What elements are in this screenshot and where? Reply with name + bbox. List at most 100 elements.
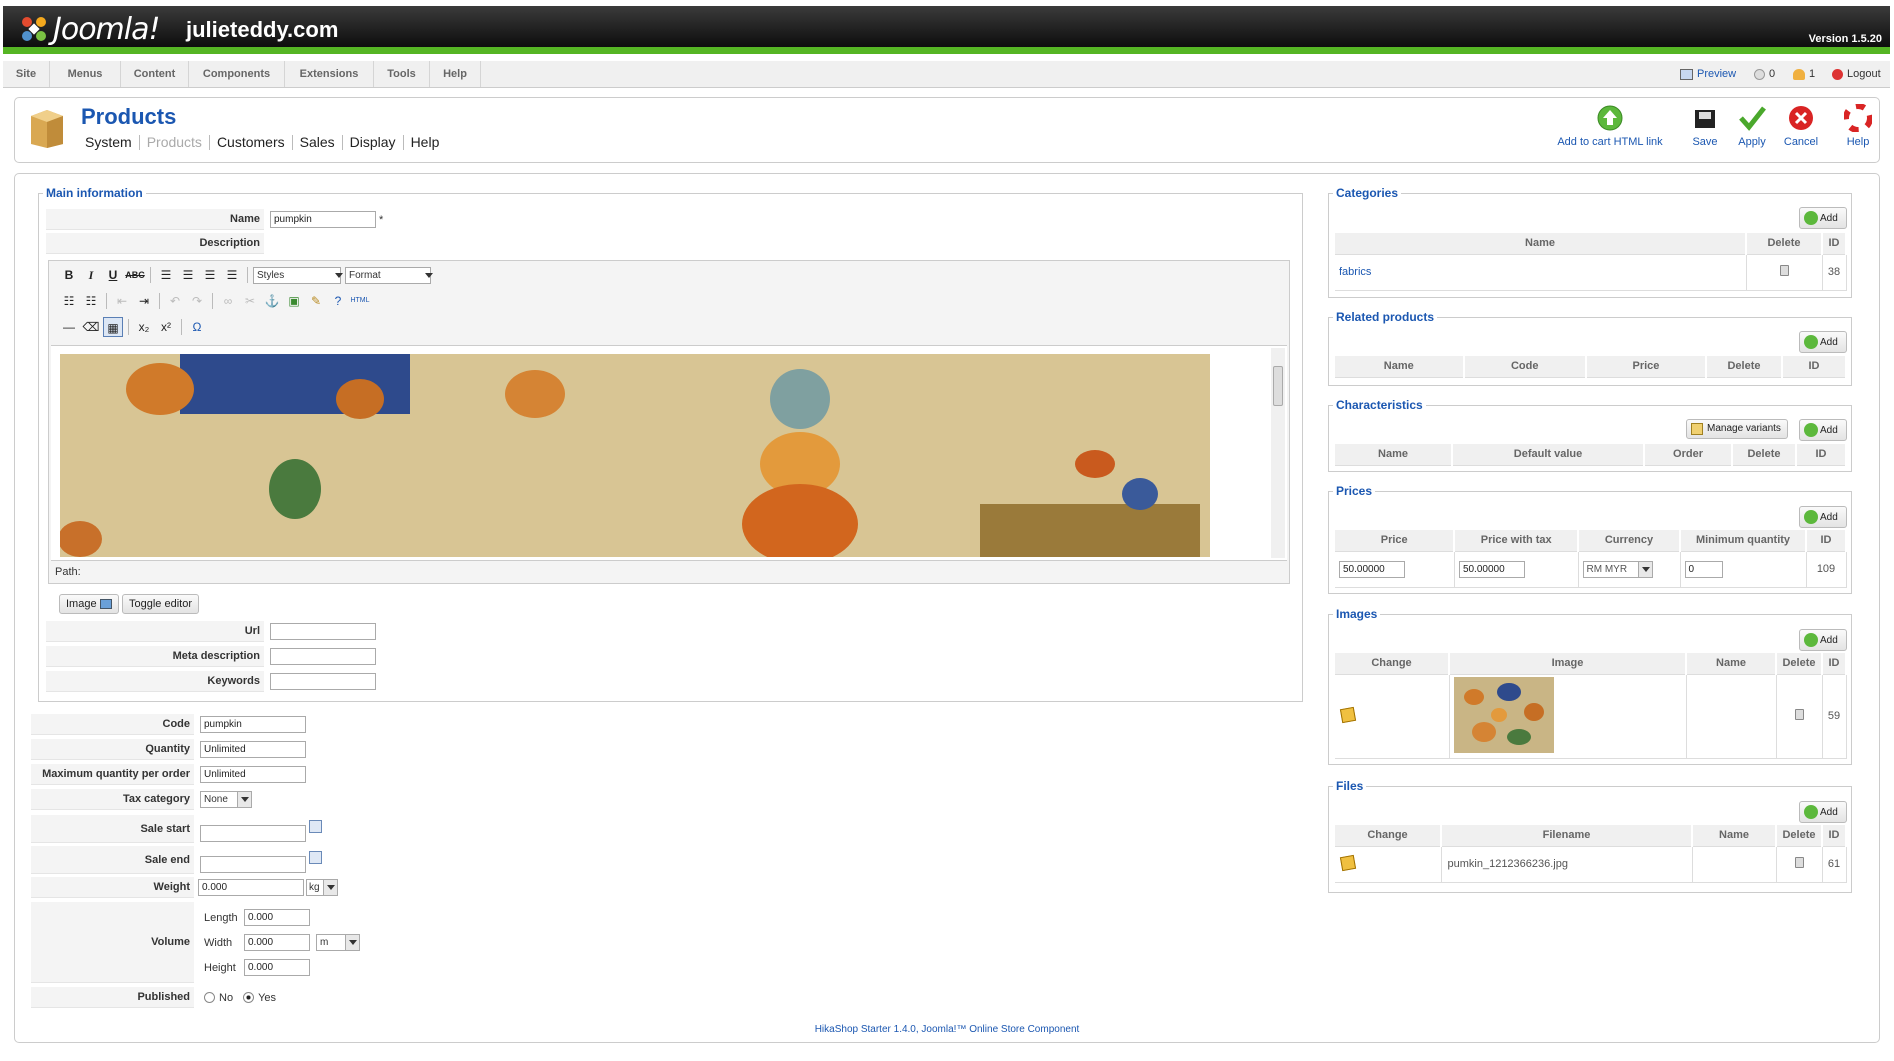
submenu-customers[interactable]: Customers: [208, 135, 292, 150]
calendar-icon[interactable]: [309, 850, 322, 864]
save-button[interactable]: Save: [1685, 104, 1725, 148]
volume-unit-select[interactable]: m: [316, 934, 360, 951]
bullet-list-icon[interactable]: ☷: [59, 291, 79, 311]
cleanup-icon[interactable]: ✎: [306, 291, 326, 311]
add-price-button[interactable]: Add: [1799, 506, 1847, 528]
published-yes-radio[interactable]: [243, 992, 255, 1003]
submenu-system[interactable]: System: [85, 135, 139, 150]
visual-aid-icon[interactable]: ▦: [103, 317, 123, 337]
add-image-button[interactable]: Add: [1799, 629, 1847, 651]
strikethrough-icon[interactable]: ABC: [125, 265, 145, 285]
edit-icon[interactable]: [1339, 706, 1357, 723]
preview-link[interactable]: Preview: [1680, 61, 1736, 87]
price-input[interactable]: 50.00000: [1339, 560, 1405, 578]
menu-extensions[interactable]: Extensions: [285, 61, 374, 87]
link-icon[interactable]: ∞: [218, 291, 238, 311]
align-justify-icon[interactable]: ☰: [222, 265, 242, 285]
sale-start-input[interactable]: [200, 824, 306, 842]
editor-scrollbar[interactable]: [1271, 348, 1285, 558]
meta-description-input[interactable]: [270, 648, 376, 665]
apply-button[interactable]: Apply: [1730, 104, 1774, 148]
trash-icon[interactable]: [1794, 857, 1804, 868]
code-input[interactable]: pumpkin: [200, 716, 306, 733]
cancel-button[interactable]: Cancel: [1779, 104, 1823, 148]
format-select[interactable]: Format: [345, 266, 433, 284]
align-right-icon[interactable]: ☰: [200, 265, 220, 285]
sale-end-input[interactable]: [200, 855, 306, 873]
add-category-button[interactable]: Add: [1799, 207, 1847, 229]
manage-variants-button[interactable]: Manage variants: [1686, 419, 1788, 439]
editor-content-area[interactable]: [51, 345, 1287, 561]
anchor-icon[interactable]: ⚓: [262, 291, 282, 311]
help-circle-icon[interactable]: ?: [328, 291, 348, 311]
editor-scrollbar-thumb[interactable]: [1273, 366, 1283, 406]
align-left-icon[interactable]: ☰: [156, 265, 176, 285]
height-input[interactable]: 0.000: [244, 959, 310, 976]
bold-icon[interactable]: B: [59, 265, 79, 285]
quantity-input[interactable]: Unlimited: [200, 741, 306, 758]
add-file-button[interactable]: Add: [1799, 801, 1847, 823]
add-related-button[interactable]: Add: [1799, 331, 1847, 353]
align-center-icon[interactable]: ☰: [178, 265, 198, 285]
menu-help[interactable]: Help: [430, 61, 481, 87]
length-input[interactable]: 0.000: [244, 909, 310, 926]
category-name-link[interactable]: fabrics: [1335, 254, 1747, 291]
minimum-quantity-input[interactable]: 0: [1684, 560, 1723, 578]
help-button[interactable]: Help: [1841, 104, 1875, 148]
unlink-icon[interactable]: ✂: [240, 291, 260, 311]
outdent-icon[interactable]: ⇤: [112, 291, 132, 311]
messages-count[interactable]: 0: [1754, 61, 1775, 87]
submenu-sales[interactable]: Sales: [291, 135, 342, 150]
eraser-icon[interactable]: ⌫: [81, 317, 101, 337]
url-input[interactable]: [270, 623, 376, 640]
required-marker: *: [379, 213, 384, 226]
menu-tools[interactable]: Tools: [374, 61, 430, 87]
width-input[interactable]: 0.000: [244, 934, 310, 951]
name-input[interactable]: pumpkin: [270, 211, 376, 228]
superscript-icon[interactable]: x²: [156, 317, 176, 337]
redo-icon[interactable]: ↷: [187, 291, 207, 311]
menu-site[interactable]: Site: [3, 61, 50, 87]
published-no-radio[interactable]: [204, 992, 215, 1003]
menu-components[interactable]: Components: [189, 61, 285, 87]
subscript-icon[interactable]: x₂: [134, 317, 154, 337]
special-char-icon[interactable]: Ω: [187, 317, 207, 337]
weight-unit-select[interactable]: kg: [306, 879, 338, 896]
price-with-tax-input[interactable]: 50.00000: [1458, 560, 1525, 578]
submenu-display[interactable]: Display: [341, 135, 403, 150]
underline-icon[interactable]: U: [103, 265, 123, 285]
submenu-help[interactable]: Help: [402, 135, 447, 150]
max-quantity-input[interactable]: Unlimited: [200, 766, 306, 783]
menu-content[interactable]: Content: [121, 61, 189, 87]
prices-legend: Prices: [1336, 484, 1373, 498]
quantity-label: Quantity: [31, 739, 194, 760]
styles-select[interactable]: Styles: [253, 266, 343, 284]
users-count[interactable]: 1: [1793, 61, 1815, 87]
image-button[interactable]: Image: [59, 594, 119, 614]
tax-category-select[interactable]: None: [200, 791, 252, 808]
logout-link[interactable]: Logout: [1832, 61, 1881, 87]
variants-icon: [1691, 423, 1703, 435]
numbered-list-icon[interactable]: ☷: [81, 291, 101, 311]
undo-icon[interactable]: ↶: [165, 291, 185, 311]
product-thumbnail[interactable]: [1453, 676, 1554, 753]
add-characteristic-button[interactable]: Add: [1799, 419, 1847, 441]
menu-menus[interactable]: Menus: [50, 61, 121, 87]
insert-image-icon[interactable]: ▣: [284, 291, 304, 311]
trash-icon[interactable]: [1794, 709, 1804, 720]
footer-credit[interactable]: HikaShop Starter 1.4.0, Joomla!™ Online …: [0, 1024, 1894, 1035]
toggle-editor-button[interactable]: Toggle editor: [122, 594, 199, 614]
horizontal-rule-icon[interactable]: —: [59, 317, 79, 337]
html-source-icon[interactable]: HTML: [350, 291, 370, 311]
keywords-input[interactable]: [270, 673, 376, 690]
currency-select[interactable]: RM MYR: [1582, 560, 1653, 578]
submenu-products[interactable]: Products: [138, 135, 209, 150]
add-to-cart-link-button[interactable]: Add to cart HTML link: [1550, 104, 1670, 148]
edit-icon[interactable]: [1339, 854, 1357, 871]
trash-icon[interactable]: [1779, 265, 1789, 276]
weight-input[interactable]: 0.000: [198, 879, 304, 896]
calendar-icon[interactable]: [309, 819, 322, 833]
italic-icon[interactable]: I: [81, 265, 101, 285]
indent-icon[interactable]: ⇥: [134, 291, 154, 311]
characteristics-table: Name Default value Order Delete ID: [1335, 444, 1847, 466]
